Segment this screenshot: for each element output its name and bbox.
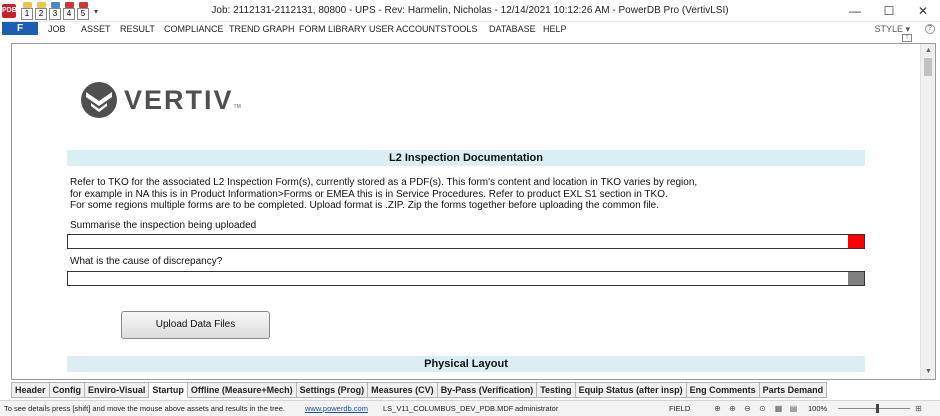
instructions-paragraph: Refer to TKO for the associated L2 Inspe… — [70, 177, 697, 212]
maximize-button[interactable]: ☐ — [872, 0, 906, 22]
logo-trademark: TM — [233, 104, 241, 110]
qat-button-2[interactable]: 2 — [35, 2, 47, 20]
tab-settings[interactable]: Settings (Prog) — [296, 382, 369, 398]
window-title: Job: 2112131-2112131, 80800 - UPS - Rev:… — [211, 5, 729, 16]
tab-offline[interactable]: Offline (Measure+Mech) — [187, 382, 297, 398]
title-bar: Job: 2112131-2112131, 80800 - UPS - Rev:… — [0, 0, 940, 22]
status-mode: FIELD — [669, 404, 691, 413]
summary-input[interactable] — [67, 234, 865, 249]
zoom-slider-knob[interactable] — [876, 404, 879, 413]
zoom-in-icon[interactable]: ⊕ — [728, 404, 737, 413]
logo-wordmark: VERTIV — [124, 84, 234, 115]
quick-access-toolbar: PDB 1 2 3 4 5 ▾ — [2, 2, 101, 20]
page-view-icon[interactable]: ▤ — [789, 404, 798, 413]
tab-header[interactable]: Header — [11, 382, 50, 398]
zoom-out-icon[interactable]: ⊖ — [743, 404, 752, 413]
instructions-line: For some regions multiple forms are to b… — [70, 200, 659, 211]
menu-tools[interactable]: TOOLS — [447, 22, 477, 36]
instructions-line: Refer to TKO for the associated L2 Inspe… — [70, 177, 698, 188]
summary-label: Summarise the inspection being uploaded — [70, 220, 257, 231]
tab-startup[interactable]: Startup — [149, 382, 188, 398]
ribbon-pin-icon[interactable]: ⊤ — [902, 34, 912, 42]
tab-testing[interactable]: Testing — [537, 382, 576, 398]
menu-user-accounts[interactable]: USER ACCOUNTS — [369, 22, 447, 36]
tab-enviro-visual[interactable]: Enviro-Visual — [85, 382, 150, 398]
tab-eng-comments[interactable]: Eng Comments — [686, 382, 760, 398]
required-flag — [848, 235, 864, 248]
form-document: VERTIV TM L2 Inspection Documentation Re… — [11, 43, 936, 380]
menu-form-library[interactable]: FORM LIBRARY — [299, 22, 366, 36]
zoom-fit-icon[interactable]: ⊕ — [713, 404, 722, 413]
close-button[interactable]: ✕ — [906, 0, 940, 22]
grid-view-icon[interactable]: ▦ — [774, 404, 783, 413]
status-bar: To see details press [shift] and move th… — [0, 400, 940, 416]
app-icon[interactable]: PDB — [2, 4, 17, 18]
discrepancy-label: What is the cause of discrepancy? — [70, 256, 223, 267]
menu-asset[interactable]: ASSET — [81, 22, 111, 36]
scroll-down-icon[interactable]: ▼ — [921, 365, 935, 379]
scroll-thumb[interactable] — [924, 58, 932, 76]
qat-customize-icon[interactable]: ▾ — [91, 7, 101, 16]
status-user: administrator — [515, 404, 559, 413]
tab-equip-status[interactable]: Equip Status (after insp) — [575, 382, 687, 398]
status-database: LS_V11_COLUMBUS_DEV_PDB.MDF — [383, 404, 514, 413]
menu-job[interactable]: JOB — [48, 22, 66, 36]
tab-bypass[interactable]: By-Pass (Verification) — [437, 382, 538, 398]
website-link[interactable]: www.powerdb.com — [305, 401, 368, 416]
status-hint: To see details press [shift] and move th… — [4, 404, 285, 413]
window-controls: — ☐ ✕ — [838, 0, 940, 22]
tab-config[interactable]: Config — [49, 382, 86, 398]
qat-button-3[interactable]: 3 — [49, 2, 61, 20]
minimize-button[interactable]: — — [838, 0, 872, 22]
file-menu-button[interactable]: F — [2, 22, 38, 35]
menu-result[interactable]: RESULT — [120, 22, 155, 36]
menu-database[interactable]: DATABASE — [489, 22, 536, 36]
instructions-line: for example in NA this is in Product Inf… — [70, 188, 668, 200]
optional-flag — [848, 272, 864, 285]
zoom-reset-icon[interactable]: ⊙ — [758, 404, 767, 413]
discrepancy-input[interactable] — [67, 271, 865, 286]
zoom-slider[interactable] — [838, 408, 910, 409]
qat-button-1[interactable]: 1 — [21, 2, 33, 20]
section-header-l2-inspection: L2 Inspection Documentation — [67, 150, 865, 166]
menu-bar: F JOB ASSET RESULT COMPLIANCE TREND GRAP… — [0, 22, 940, 36]
tab-parts-demand[interactable]: Parts Demand — [759, 382, 828, 398]
menu-compliance[interactable]: COMPLIANCE — [164, 22, 224, 36]
vertiv-logo: VERTIV TM — [80, 80, 241, 120]
upload-data-files-button[interactable]: Upload Data Files — [121, 311, 270, 339]
tab-measures[interactable]: Measures (CV) — [368, 382, 438, 398]
menu-help[interactable]: HELP — [543, 22, 567, 36]
menu-trend-graph[interactable]: TREND GRAPH — [229, 22, 295, 36]
qat-button-5[interactable]: 5 — [77, 2, 89, 20]
zoom-plus-icon[interactable]: ⊞ — [914, 404, 923, 413]
zoom-level: 100% — [808, 404, 828, 413]
form-tabs: Header Config Enviro-Visual Startup Offl… — [11, 382, 828, 398]
help-icon[interactable]: ? — [925, 24, 935, 34]
scroll-up-icon[interactable]: ▲ — [921, 44, 935, 58]
section-header-physical-layout: Physical Layout — [67, 356, 865, 372]
qat-button-4[interactable]: 4 — [63, 2, 75, 20]
vertiv-mark-icon — [81, 82, 117, 118]
vertical-scrollbar[interactable]: ▲ ▼ — [920, 44, 935, 379]
